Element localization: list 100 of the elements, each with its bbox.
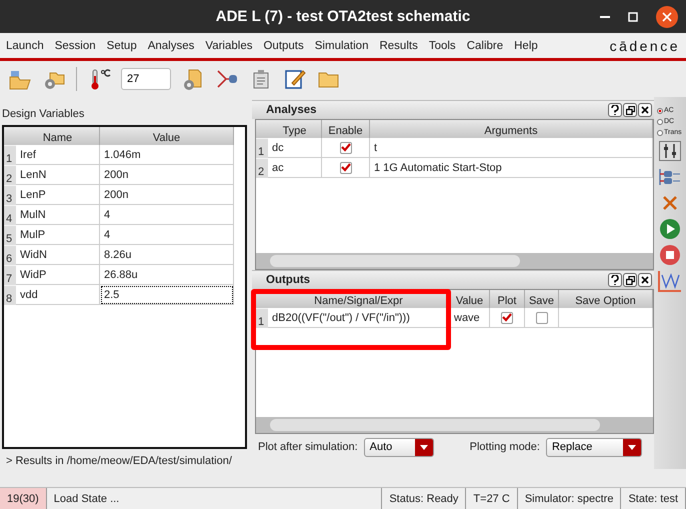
panel-title: Design Variables: [1, 107, 86, 122]
status-text: Status: Ready: [382, 488, 466, 509]
table-cell[interactable]: 26.88u: [100, 265, 234, 285]
menu-item[interactable]: Variables: [205, 40, 252, 52]
column-header[interactable]: Save Option: [559, 290, 653, 308]
close-button[interactable]: [638, 103, 652, 117]
menu-item[interactable]: Outputs: [263, 40, 304, 52]
column-header[interactable]: Plot: [490, 290, 525, 308]
windows-icon: [626, 276, 634, 284]
minimize-icon[interactable]: [600, 16, 610, 18]
menu-item[interactable]: Calibre: [466, 40, 504, 52]
table-cell[interactable]: [559, 308, 653, 328]
caret-icon: [420, 444, 428, 450]
table-cell[interactable]: WidN: [16, 245, 100, 265]
stop-button[interactable]: [658, 244, 682, 266]
table-cell[interactable]: vdd: [16, 285, 100, 305]
temperature-field[interactable]: 27: [121, 68, 171, 90]
table-cell[interactable]: 2.5: [100, 285, 234, 305]
run-button[interactable]: [658, 218, 682, 240]
panel-title: Analyses: [266, 104, 317, 116]
table-cell[interactable]: 200n: [100, 185, 234, 205]
waveform-button[interactable]: [658, 270, 682, 292]
menu-item[interactable]: Setup: [106, 40, 137, 52]
help-icon: [611, 105, 619, 115]
table-cell[interactable]: MulP: [16, 225, 100, 245]
float-button[interactable]: [623, 273, 637, 287]
checkbox[interactable]: [501, 312, 513, 324]
column-header[interactable]: Type: [268, 120, 322, 138]
table-cell[interactable]: LenN: [16, 165, 100, 185]
close-icon[interactable]: [656, 6, 678, 28]
row-number: 3: [4, 185, 16, 205]
plotting-mode-dropdown[interactable]: Replace: [546, 438, 642, 456]
status-text: Simulator: spectre: [518, 488, 622, 509]
menu-item[interactable]: Tools: [428, 40, 456, 52]
table-cell[interactable]: 4: [100, 225, 234, 245]
row-number: 1: [256, 138, 268, 158]
table-cell[interactable]: 4: [100, 205, 234, 225]
status-text: State: test: [621, 488, 686, 509]
menu-item[interactable]: Simulation: [314, 40, 368, 52]
table-cell[interactable]: WidP: [16, 265, 100, 285]
help-icon: [611, 275, 619, 285]
close-icon: [641, 106, 649, 114]
row-number: 2: [4, 165, 16, 185]
status-text: Load State ...: [46, 488, 382, 509]
status-text: 19(30): [0, 488, 47, 509]
row-number: 5: [4, 225, 16, 245]
logo: cādence: [610, 38, 680, 54]
table-cell[interactable]: t: [370, 138, 653, 158]
field-label: Plotting mode:: [470, 441, 540, 453]
column-header[interactable]: Save: [525, 290, 559, 308]
column-header[interactable]: Value: [450, 290, 490, 308]
table-cell[interactable]: Iref: [16, 145, 100, 165]
table-cell[interactable]: 8.26u: [100, 245, 234, 265]
row-number: 1: [256, 308, 268, 328]
radio-button[interactable]: [657, 108, 663, 114]
table-cell[interactable]: ac: [268, 158, 322, 178]
tune-button[interactable]: [658, 140, 682, 162]
windows-icon: [626, 106, 634, 114]
edit-document-icon[interactable]: [283, 67, 307, 91]
table-cell[interactable]: 200n: [100, 165, 234, 185]
results-path: > Results in /home/meow/EDA/test/simulation/: [5, 454, 233, 467]
scrollbar[interactable]: [256, 417, 653, 433]
maximize-icon[interactable]: [628, 12, 638, 22]
menu-item[interactable]: Results: [379, 40, 418, 52]
status-text: T=27 C: [466, 488, 518, 509]
checkbox[interactable]: [340, 142, 352, 154]
column-header[interactable]: Name: [16, 127, 100, 145]
table-cell[interactable]: wave: [450, 308, 490, 328]
table-cell[interactable]: MulN: [16, 205, 100, 225]
row-number: 7: [4, 265, 16, 285]
table-cell[interactable]: 1 1G Automatic Start-Stop: [370, 158, 653, 178]
row-number: 8: [4, 285, 16, 305]
checkbox[interactable]: [340, 162, 352, 174]
menu-item[interactable]: Help: [514, 40, 538, 52]
help-button[interactable]: [608, 103, 622, 117]
radio-button[interactable]: [657, 118, 663, 124]
close-icon: [641, 276, 649, 284]
header-corner: [256, 120, 268, 138]
plot-after-dropdown[interactable]: Auto: [364, 438, 434, 456]
close-button[interactable]: [638, 273, 652, 287]
scrollbar[interactable]: [256, 253, 653, 269]
table-cell[interactable]: 1.046m: [100, 145, 234, 165]
field-label: Plot after simulation:: [258, 441, 358, 453]
float-button[interactable]: [623, 103, 637, 117]
column-header[interactable]: Arguments: [370, 120, 653, 138]
row-number: 2: [256, 158, 268, 178]
menu-item[interactable]: Launch: [6, 40, 44, 52]
column-header[interactable]: Value: [100, 127, 234, 145]
window-title: ADE L (7) - test OTA2test schematic: [216, 8, 470, 25]
panel-title: Outputs: [266, 274, 310, 286]
menu-item[interactable]: Session: [54, 40, 96, 52]
menu-item[interactable]: Analyses: [148, 40, 194, 52]
caret-icon: [628, 444, 636, 450]
help-button[interactable]: [608, 273, 622, 287]
table-cell[interactable]: dc: [268, 138, 322, 158]
column-header[interactable]: Enable: [322, 120, 370, 138]
row-number: 4: [4, 205, 16, 225]
checkbox[interactable]: [536, 312, 548, 324]
radio-button[interactable]: [657, 130, 663, 136]
table-cell[interactable]: LenP: [16, 185, 100, 205]
